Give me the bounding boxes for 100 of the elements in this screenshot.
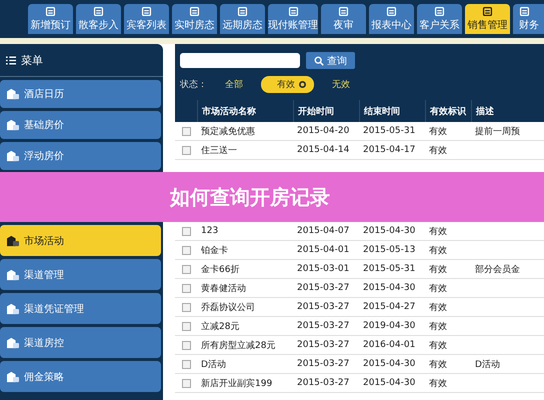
nav-icon [434, 6, 445, 17]
sidebar-item[interactable]: 市场活动 [0, 225, 161, 256]
table-cell: 有效 [429, 302, 447, 312]
table-cell: 有效 [429, 322, 447, 332]
menu-icon [6, 56, 16, 64]
search-field[interactable] [180, 53, 300, 68]
column-header: 结束时间 [359, 100, 425, 122]
building-icon [6, 370, 20, 382]
table-cell: 2015-04-20 [297, 126, 350, 136]
table-cell: 有效 [429, 340, 447, 350]
sidebar-item[interactable]: 佣金策略 [0, 361, 161, 392]
banner-title: 如何查询开房记录 [170, 184, 330, 210]
table-cell: 有效 [429, 264, 447, 274]
nav-tab[interactable]: 现付账管理 [268, 4, 318, 34]
table-cell: 2015-04-07 [297, 226, 350, 236]
building-icon [6, 234, 20, 246]
nav-tab[interactable]: 客户关系 [417, 4, 462, 34]
nav-icon [237, 6, 248, 17]
close-icon [299, 81, 306, 88]
row-checkbox[interactable] [182, 126, 190, 136]
building-icon [6, 302, 20, 314]
row-checkbox[interactable] [182, 246, 190, 254]
row-checkbox[interactable] [182, 146, 190, 154]
table-cell: 2015-05-31 [363, 264, 416, 274]
column-header: 描述 [471, 100, 544, 122]
building-icon [6, 268, 20, 280]
nav-icon [45, 6, 56, 17]
nav-icon [288, 6, 298, 17]
status-filter-option[interactable]: 全部 [217, 77, 251, 92]
row-checkbox[interactable] [182, 322, 190, 330]
nav-icon [482, 6, 493, 17]
table-cell: 2015-03-27 [297, 283, 350, 293]
nav-tab[interactable]: 新增预订 [28, 4, 73, 34]
table-cell: 乔磊协议公司 [201, 302, 255, 312]
table-cell: 有效 [429, 360, 447, 370]
row-checkbox[interactable] [182, 378, 190, 388]
column-header: 开始时间 [293, 100, 359, 122]
nav-tab[interactable]: 夜审 [321, 4, 366, 34]
nav-icon [189, 6, 200, 17]
row-checkbox[interactable] [182, 360, 190, 368]
table-cell: 2015-05-13 [363, 245, 416, 255]
nav-tab[interactable]: 财务 [513, 4, 544, 34]
row-checkbox[interactable] [182, 340, 190, 350]
nav-tab[interactable]: 报表中心 [369, 4, 414, 34]
sidebar-item[interactable]: 酒店日历 [0, 80, 161, 108]
table-cell: 2015-04-17 [363, 145, 416, 155]
row-checkbox[interactable] [182, 302, 190, 312]
sidebar-title: 菜单 [21, 52, 43, 68]
column-header: 有效标识 [425, 100, 471, 122]
table-cell: 有效 [429, 284, 447, 294]
table-cell: 2015-04-30 [363, 283, 416, 293]
status-label: 状态： [180, 78, 207, 91]
status-filter-option[interactable]: 有效 [261, 76, 314, 93]
table-cell: 铂金卡 [201, 246, 228, 256]
table-cell: 2015-04-30 [363, 359, 416, 369]
table-cell: 2015-05-31 [363, 126, 416, 136]
table-cell: 有效 [429, 246, 447, 256]
table-cell: D活动 [201, 360, 226, 370]
nav-tab[interactable]: 实时房态 [172, 4, 217, 34]
table-cell: 所有房型立减28元 [201, 340, 276, 350]
column-header: 市场活动名称 [197, 100, 293, 122]
table-cell: 新店开业副宾199 [201, 378, 272, 388]
table-cell: 2015-03-27 [297, 340, 350, 350]
table-cell: D活动 [475, 360, 500, 370]
table-cell: 2015-03-01 [297, 264, 350, 274]
row-checkbox[interactable] [182, 264, 190, 274]
status-filter-option[interactable]: 无效 [324, 77, 358, 92]
row-checkbox[interactable] [182, 284, 190, 292]
search-icon [314, 56, 324, 66]
table-cell: 立减28元 [201, 322, 240, 332]
building-icon [6, 336, 20, 348]
sidebar-item[interactable]: 渠道凭证管理 [0, 293, 161, 324]
table-cell: 黄春健活动 [201, 284, 246, 294]
row-checkbox[interactable] [182, 226, 190, 236]
building-icon [6, 150, 20, 162]
nav-tab[interactable]: 散客步入 [76, 4, 121, 34]
sidebar-item[interactable]: 浮动房价 [0, 142, 161, 170]
table-cell: 2015-03-27 [297, 359, 350, 369]
table-cell: 2015-03-27 [297, 302, 350, 312]
building-icon [6, 88, 20, 100]
nav-tab[interactable]: 宾客列表 [124, 4, 169, 34]
table-cell: 2015-04-14 [297, 145, 350, 155]
table-cell: 2015-03-27 [297, 321, 350, 331]
table-cell: 2019-04-30 [363, 321, 416, 331]
table-cell: 2015-04-30 [363, 378, 416, 388]
nav-tab[interactable]: 销售管理 [465, 4, 510, 34]
table-cell: 有效 [429, 378, 447, 388]
table-cell: 预定减免优惠 [201, 126, 255, 136]
search-button[interactable]: 查询 [306, 52, 355, 69]
building-icon [6, 119, 20, 131]
table-cell: 123 [201, 226, 218, 236]
nav-tab[interactable]: 远期房态 [220, 4, 265, 34]
sidebar-item[interactable]: 基础房价 [0, 111, 161, 139]
table-cell: 2015-04-01 [297, 245, 350, 255]
sidebar-item[interactable]: 渠道管理 [0, 259, 161, 290]
table-cell: 2015-03-27 [297, 378, 350, 388]
table-cell: 有效 [429, 226, 447, 236]
table-cell: 提前一周预 [475, 126, 520, 136]
table-cell: 部分会员金 [475, 264, 520, 274]
sidebar-item[interactable]: 渠道房控 [0, 327, 161, 358]
